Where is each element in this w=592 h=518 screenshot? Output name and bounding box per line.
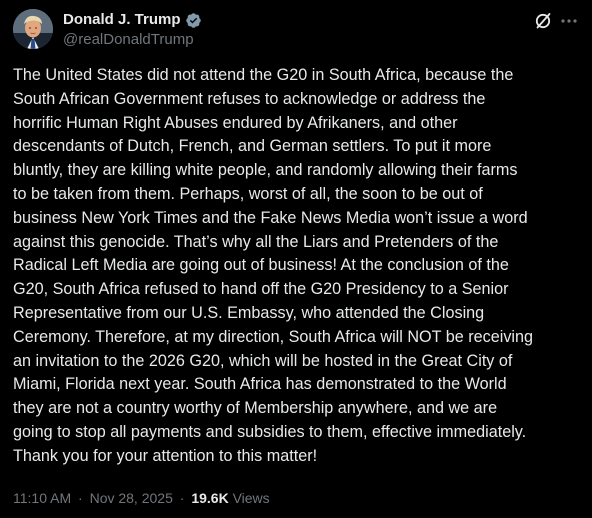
avatar[interactable] <box>13 9 53 49</box>
post-text-line: The United States did not attend the G20… <box>13 66 514 84</box>
post-text-line: Representative from our U.S. Embassy, wh… <box>13 303 485 322</box>
post-text-line: G20, South Africa refused to hand off th… <box>13 280 509 299</box>
post-text-line: an invitation to the 2026 G20, which wil… <box>13 351 513 370</box>
author-name-row[interactable]: Donald J. Trump <box>63 11 202 29</box>
post-time[interactable]: 11:10 AM <box>13 490 71 506</box>
post: Donald J. Trump @realDonaldTrump The Uni… <box>0 0 592 518</box>
grok-icon[interactable] <box>533 11 553 31</box>
post-meta: 11:10 AM · Nov 28, 2025 · 19.6K Views <box>13 489 270 507</box>
post-text-line: they are not a country worthy of Members… <box>13 399 498 418</box>
more-options-icon[interactable] <box>559 11 579 31</box>
post-text-line: horrific Human Right Abuses endured by A… <box>13 113 458 132</box>
post-text-line: descendants of Dutch, French, and German… <box>13 137 492 156</box>
post-text-line: Ceremony. Therefore, at my direction, So… <box>13 327 534 346</box>
author-handle[interactable]: @realDonaldTrump <box>63 31 194 49</box>
views-count[interactable]: 19.6K <box>191 490 228 506</box>
post-text: The United States did not attend the G20… <box>13 64 579 469</box>
meta-separator: · <box>179 490 185 506</box>
post-text-line: South African Government refuses to ackn… <box>13 89 486 108</box>
verified-badge-icon[interactable] <box>185 12 202 29</box>
post-text-line: Miami, Florida next year. South Africa h… <box>13 375 507 394</box>
post-text-line: Thank you for your attention to this mat… <box>13 446 318 465</box>
meta-separator: · <box>78 490 83 506</box>
author-name[interactable]: Donald J. Trump <box>63 11 181 29</box>
post-text-line: business New York Times and the Fake New… <box>13 208 528 227</box>
post-text-line: going to stop all payments and subsidies… <box>13 422 527 441</box>
avatar-image <box>13 9 53 49</box>
post-text-line: against this genocide. That’s why all th… <box>13 232 499 251</box>
views-label: Views <box>232 490 270 506</box>
post-text-line: Radical Left Media are going out of busi… <box>13 256 509 275</box>
post-text-line: to be taken from them. Perhaps, worst of… <box>13 184 483 203</box>
post-date[interactable]: Nov 28, 2025 <box>90 490 173 506</box>
post-text-line: bluntly, they are killing white people, … <box>13 161 518 180</box>
